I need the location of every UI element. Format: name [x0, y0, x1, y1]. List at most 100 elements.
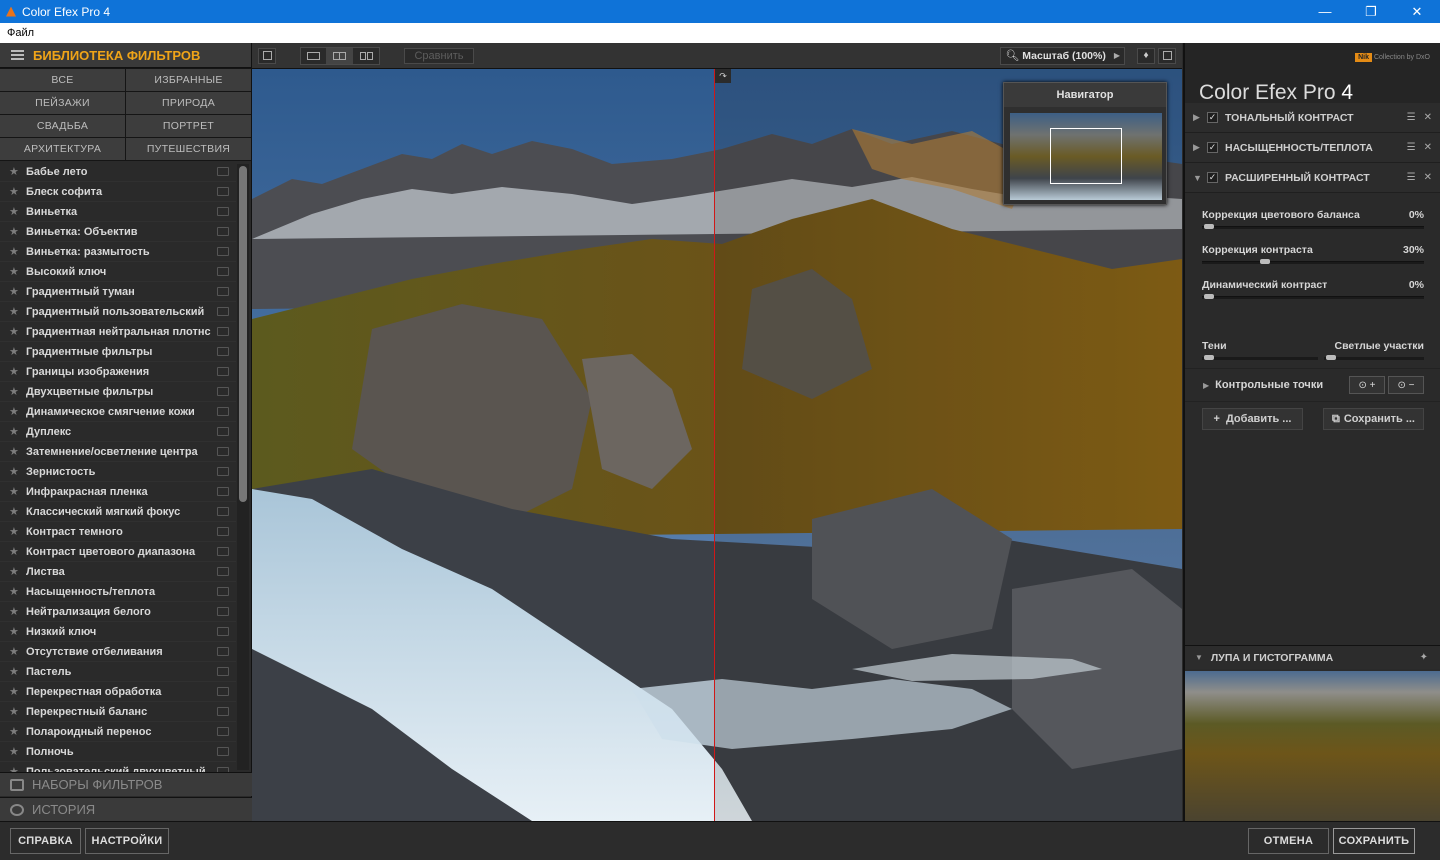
shadows-knob[interactable]	[1204, 355, 1214, 360]
save-preset-button[interactable]: ⧉ Сохранить ...	[1323, 408, 1424, 430]
slider-knob[interactable]	[1204, 224, 1214, 229]
slider-contrast[interactable]: Коррекция контраста 30%	[1185, 234, 1440, 269]
remove-control-point-button[interactable]: ⊙ −	[1388, 376, 1424, 394]
favorite-star-icon[interactable]: ★	[9, 385, 23, 398]
slider-knob[interactable]	[1260, 259, 1271, 264]
split-line[interactable]	[714, 69, 715, 821]
favorite-star-icon[interactable]: ★	[9, 485, 23, 498]
expand-icon[interactable]: ▶	[1193, 112, 1207, 123]
slider-knob[interactable]	[1204, 294, 1214, 299]
filter-item[interactable]: ★ Дуплекс	[0, 422, 236, 442]
favorite-star-icon[interactable]: ★	[9, 745, 23, 758]
single-view-button[interactable]	[301, 47, 327, 64]
remove-effect-icon[interactable]: ✕	[1424, 112, 1432, 123]
filter-recipe-icon[interactable]	[217, 347, 229, 356]
category-portrait[interactable]: ПОРТРЕТ	[126, 115, 251, 137]
filter-item[interactable]: ★ Затемнение/осветление центра	[0, 442, 236, 462]
loupe-header[interactable]: ▼ ЛУПА И ГИСТОГРАММА ✦	[1185, 646, 1440, 669]
filter-recipe-icon[interactable]	[217, 467, 229, 476]
favorite-star-icon[interactable]: ★	[9, 325, 23, 338]
favorite-star-icon[interactable]: ★	[9, 685, 23, 698]
filter-recipe-icon[interactable]	[217, 247, 229, 256]
menu-icon[interactable]	[11, 50, 24, 60]
maximize-button[interactable]: ❐	[1348, 0, 1394, 23]
filter-item[interactable]: ★ Пастель	[0, 662, 236, 682]
menu-file[interactable]: Файл	[7, 27, 34, 39]
zoom-control[interactable]: 🔍︎ Масштаб (100%) ▶	[1000, 46, 1125, 65]
favorite-star-icon[interactable]: ★	[9, 265, 23, 278]
favorite-star-icon[interactable]: ★	[9, 165, 23, 178]
slider-color-cast[interactable]: Коррекция цветового баланса 0%	[1185, 199, 1440, 234]
filter-recipe-icon[interactable]	[217, 187, 229, 196]
filter-recipe-icon[interactable]	[217, 707, 229, 716]
add-control-point-button[interactable]: ⊙ +	[1349, 376, 1385, 394]
history-section[interactable]: ИСТОРИЯ	[0, 797, 252, 821]
filter-item[interactable]: ★ Нейтрализация белого	[0, 602, 236, 622]
favorite-star-icon[interactable]: ★	[9, 645, 23, 658]
favorite-star-icon[interactable]: ★	[9, 365, 23, 378]
category-travel[interactable]: ПУТЕШЕСТВИЯ	[126, 138, 251, 160]
filter-recipe-icon[interactable]	[217, 567, 229, 576]
collapse-icon[interactable]: ▼	[1195, 653, 1203, 662]
toggle-left-panel-button[interactable]	[258, 47, 276, 64]
filter-item[interactable]: ★ Полароидный перенос	[0, 722, 236, 742]
highlights-knob[interactable]	[1326, 355, 1336, 360]
filter-item[interactable]: ★ Пользовательский двухцветный	[0, 762, 236, 772]
loupe-preview[interactable]	[1185, 671, 1440, 822]
filter-item[interactable]: ★ Насыщенность/теплота	[0, 582, 236, 602]
navigator-viewport[interactable]	[1050, 128, 1122, 184]
minimize-button[interactable]: —	[1302, 0, 1348, 23]
loupe-toggle-button[interactable]: ♦	[1137, 47, 1155, 64]
toggle-right-panel-button[interactable]	[1158, 47, 1176, 64]
pin-icon[interactable]: ✦	[1420, 652, 1428, 663]
slider-dynamic-contrast[interactable]: Динамический контраст 0%	[1185, 269, 1440, 304]
favorite-star-icon[interactable]: ★	[9, 205, 23, 218]
filter-item[interactable]: ★ Высокий ключ	[0, 262, 236, 282]
filter-item[interactable]: ★ Градиентные фильтры	[0, 342, 236, 362]
filter-item[interactable]: ★ Классический мягкий фокус	[0, 502, 236, 522]
split-view-button[interactable]	[327, 47, 353, 64]
category-favorites[interactable]: ИЗБРАННЫЕ	[126, 69, 251, 91]
filter-recipe-icon[interactable]	[217, 487, 229, 496]
filter-recipe-icon[interactable]	[217, 527, 229, 536]
add-preset-button[interactable]: + Добавить ...	[1202, 408, 1303, 430]
category-wedding[interactable]: СВАДЬБА	[0, 115, 125, 137]
zoom-arrow-icon[interactable]: ▶	[1114, 51, 1120, 60]
filter-recipe-icon[interactable]	[217, 627, 229, 636]
category-nature[interactable]: ПРИРОДА	[126, 92, 251, 114]
favorite-star-icon[interactable]: ★	[9, 505, 23, 518]
favorite-star-icon[interactable]: ★	[9, 625, 23, 638]
slider-track[interactable]	[1202, 226, 1424, 229]
cancel-button[interactable]: ОТМЕНА	[1248, 828, 1329, 854]
filter-recipe-icon[interactable]	[217, 547, 229, 556]
help-button[interactable]: СПРАВКА	[10, 828, 81, 854]
filter-item[interactable]: ★ Блеск софита	[0, 182, 236, 202]
library-header[interactable]: БИБЛИОТЕКА ФИЛЬТРОВ	[0, 43, 251, 68]
favorite-star-icon[interactable]: ★	[9, 525, 23, 538]
slider-track[interactable]	[1202, 261, 1424, 264]
favorite-star-icon[interactable]: ★	[9, 565, 23, 578]
effect-pro-contrast[interactable]: ▼ ✓ РАСШИРЕННЫЙ КОНТРАСТ ☰ ✕	[1185, 163, 1440, 193]
filter-recipe-icon[interactable]	[217, 267, 229, 276]
filter-recipe-icon[interactable]	[217, 207, 229, 216]
filter-item[interactable]: ★ Зернистость	[0, 462, 236, 482]
favorite-star-icon[interactable]: ★	[9, 585, 23, 598]
favorite-star-icon[interactable]: ★	[9, 285, 23, 298]
image-preview[interactable]: ↷ Навигатор	[252, 69, 1182, 821]
filter-recipe-icon[interactable]	[217, 447, 229, 456]
favorite-star-icon[interactable]: ★	[9, 765, 23, 772]
filter-recipe-icon[interactable]	[217, 667, 229, 676]
filter-item[interactable]: ★ Перекрестный баланс	[0, 702, 236, 722]
filter-recipe-icon[interactable]	[217, 307, 229, 316]
favorite-star-icon[interactable]: ★	[9, 725, 23, 738]
filter-recipe-icon[interactable]	[217, 507, 229, 516]
control-points-expand-icon[interactable]: ▶	[1203, 381, 1209, 390]
filter-item[interactable]: ★ Градиентная нейтральная плотнс	[0, 322, 236, 342]
effect-checkbox[interactable]: ✓	[1207, 172, 1218, 183]
favorite-star-icon[interactable]: ★	[9, 405, 23, 418]
navigator-thumbnail[interactable]	[1010, 113, 1162, 200]
compare-button[interactable]: Сравнить	[404, 47, 474, 64]
filter-recipe-icon[interactable]	[217, 427, 229, 436]
filter-item[interactable]: ★ Бабье лето	[0, 162, 236, 182]
filter-item[interactable]: ★ Градиентный туман	[0, 282, 236, 302]
